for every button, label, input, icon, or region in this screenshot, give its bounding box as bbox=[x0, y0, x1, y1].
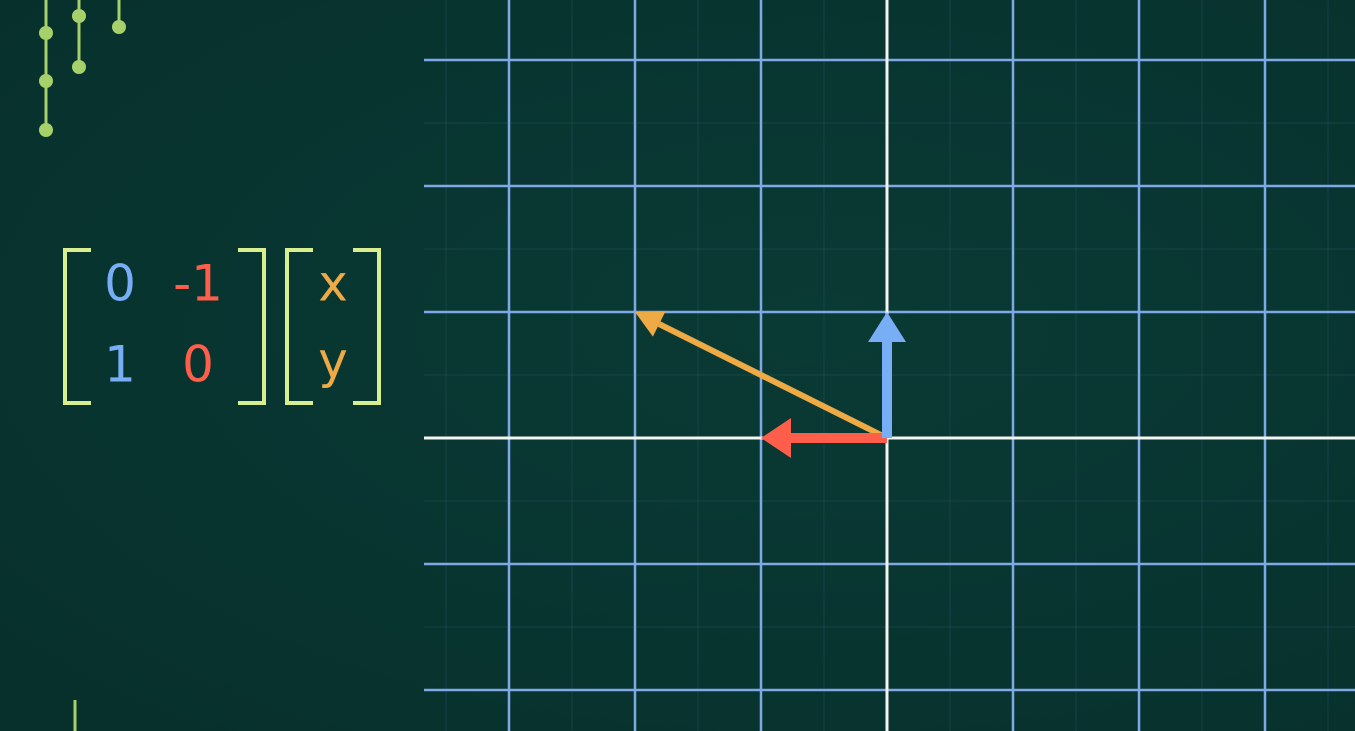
matrix-left-bracket bbox=[63, 248, 91, 405]
scene-canvas: 0 -1 1 0 x y bbox=[39, 0, 1355, 731]
matrix-brackets bbox=[63, 248, 266, 405]
animation-frame: 0 -1 1 0 x y bbox=[0, 0, 1355, 731]
vector-entry-y: y bbox=[318, 332, 348, 390]
matrix-entry-1-1: 0 bbox=[104, 255, 136, 313]
matrix-vector-product: 0 -1 1 0 x y bbox=[63, 248, 381, 405]
vector-left-bracket bbox=[285, 248, 313, 405]
circuit-node bbox=[39, 74, 53, 88]
i-hat-head bbox=[761, 418, 791, 458]
matrix-entry-1-2: -1 bbox=[173, 255, 223, 313]
j-hat-head bbox=[868, 312, 906, 342]
circuit-node bbox=[72, 60, 86, 74]
vector-entry-x: x bbox=[318, 255, 348, 313]
vectors bbox=[635, 311, 906, 458]
matrix-entry-2-1: 1 bbox=[104, 336, 136, 394]
circuit-node bbox=[39, 123, 53, 137]
matrix-right-bracket bbox=[238, 248, 266, 405]
transformed-vector-shaft bbox=[657, 321, 889, 441]
circuit-node bbox=[72, 9, 86, 23]
circuit-node bbox=[112, 20, 126, 34]
circuit-node bbox=[39, 26, 53, 40]
vector-right-bracket bbox=[353, 248, 381, 405]
matrix-entry-2-2: 0 bbox=[182, 336, 214, 394]
